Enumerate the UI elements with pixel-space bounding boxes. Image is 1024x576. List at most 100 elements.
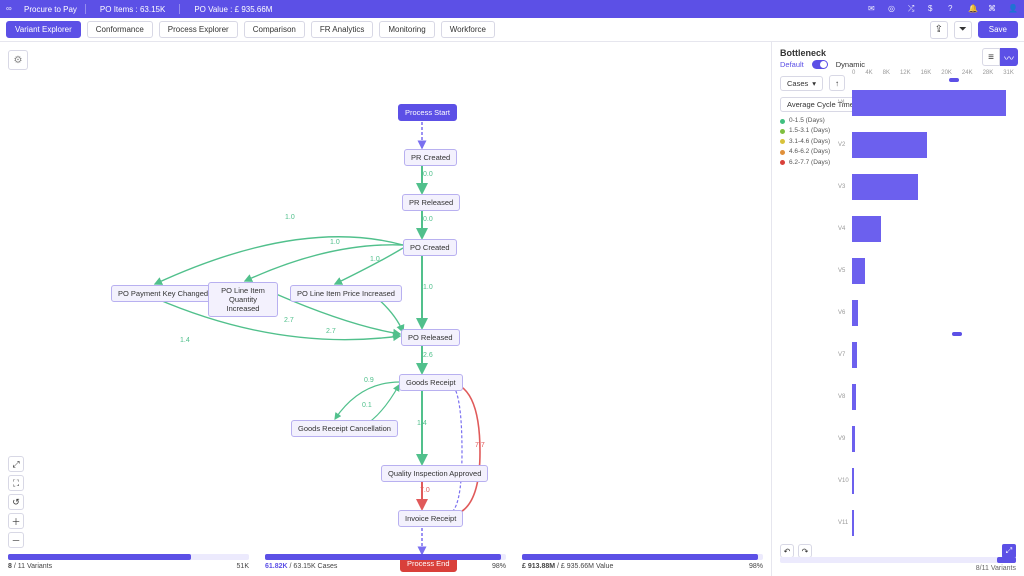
legend-label: 1.5-3.1 (Days): [789, 126, 830, 136]
y-axis-label: V3: [838, 184, 845, 190]
node-goods-receipt-cancellation[interactable]: Goods Receipt Cancellation: [291, 420, 398, 437]
edge-label: 7.0: [420, 487, 430, 494]
cases-dropdown[interactable]: Cases ▾: [780, 76, 823, 91]
variants-cases: 51K: [237, 563, 249, 570]
process-flow-canvas[interactable]: Process Start PR Created PR Released PO …: [0, 42, 771, 576]
chart-bar: [852, 300, 858, 326]
tab-conformance[interactable]: Conformance: [87, 21, 153, 38]
toggle-default-label[interactable]: Default: [780, 60, 804, 69]
share-button[interactable]: ⇪: [930, 21, 948, 39]
node-pr-created[interactable]: PR Created: [404, 149, 457, 166]
node-process-start[interactable]: Process Start: [398, 104, 457, 121]
help-icon[interactable]: ?: [948, 4, 958, 14]
y-axis-label: V9: [838, 436, 845, 442]
redo-icon[interactable]: ↷: [798, 544, 812, 558]
cases-pct: 98%: [492, 563, 506, 570]
mail-icon[interactable]: ✉: [868, 4, 878, 14]
bell-icon[interactable]: 🔔: [968, 4, 978, 14]
tab-process-explorer[interactable]: Process Explorer: [159, 21, 238, 38]
y-axis-label: V10: [838, 478, 849, 484]
chevron-down-icon: ▾: [812, 79, 816, 88]
process-flow-panel: ⚙: [0, 42, 772, 576]
legend-label: 6.2-7.7 (Days): [789, 158, 830, 168]
variants-total: / 11 Variants: [14, 563, 52, 570]
node-po-created[interactable]: PO Created: [403, 239, 457, 256]
edge-label: 0.0: [423, 216, 433, 223]
chart-bar: [852, 426, 855, 452]
chart-bar-row[interactable]: V10: [852, 460, 1014, 502]
panel-title: Bottleneck: [780, 48, 1016, 58]
mode-switch[interactable]: [812, 60, 828, 69]
chart-bar-row[interactable]: V6: [852, 292, 1014, 334]
undo-icon[interactable]: ↶: [780, 544, 794, 558]
sort-up-button[interactable]: ↑: [829, 75, 845, 91]
value-count: £ 913.88M: [522, 563, 555, 570]
chart-bar: [852, 510, 854, 536]
shuffle-icon[interactable]: ⤮: [908, 4, 918, 14]
node-po-line-price-increased[interactable]: PO Line Item Price Increased: [290, 285, 402, 302]
node-goods-receipt[interactable]: Goods Receipt: [399, 374, 463, 391]
node-invoice-receipt[interactable]: Invoice Receipt: [398, 510, 463, 527]
legend-label: 4.6-6.2 (Days): [789, 147, 830, 157]
zoom-out-icon[interactable]: －: [8, 532, 24, 548]
legend-dot: [780, 129, 785, 134]
save-button[interactable]: Save: [978, 21, 1018, 38]
tab-comparison[interactable]: Comparison: [244, 21, 305, 38]
zoom-expand-icon[interactable]: ⛶: [8, 475, 24, 491]
legend-label: 3.1-4.6 (Days): [789, 137, 830, 147]
zoom-controls: ⤢ ⛶ ↺ ＋ －: [8, 456, 24, 548]
edge-label: 1.0: [330, 239, 340, 246]
logo-icon[interactable]: ∞: [6, 4, 16, 14]
zoom-reset-icon[interactable]: ↺: [8, 494, 24, 510]
chart-bar-row[interactable]: V7: [852, 334, 1014, 376]
toggle-dynamic-label[interactable]: Dynamic: [836, 60, 865, 69]
avatar[interactable]: 👤: [1008, 4, 1018, 14]
node-po-line-qty-increased[interactable]: PO Line Item Quantity Increased: [208, 282, 278, 317]
target-icon[interactable]: ◎: [888, 4, 898, 14]
bottom-sliders: 8 / 11 Variants 51K 61.82K / 63.15K Cases…: [8, 554, 763, 570]
node-po-payment-key-changed[interactable]: PO Payment Key Changed: [111, 285, 215, 302]
y-axis-label: V8: [838, 394, 845, 400]
tab-workforce[interactable]: Workforce: [441, 21, 495, 38]
po-items-value: 63.15K: [140, 5, 165, 14]
chart-bar-row[interactable]: V4: [852, 208, 1014, 250]
variant-filter-slider[interactable]: 8/11 Variants: [780, 557, 1016, 572]
chart-bar-row[interactable]: V8: [852, 376, 1014, 418]
edge-label: 0.1: [362, 402, 372, 409]
value-pct: 98%: [749, 563, 763, 570]
breadcrumb-title[interactable]: Procure to Pay: [24, 5, 77, 14]
edge-label: 2.7: [326, 328, 336, 335]
view-list-icon[interactable]: ≡: [982, 48, 1000, 66]
chart-bar-row[interactable]: V2: [852, 124, 1014, 166]
legend-dot: [780, 119, 785, 124]
tab-monitoring[interactable]: Monitoring: [379, 21, 434, 38]
tab-variant-explorer[interactable]: Variant Explorer: [6, 21, 81, 38]
view-chart-icon[interactable]: 〰: [1000, 48, 1018, 66]
chart-bar-row[interactable]: V9: [852, 418, 1014, 460]
variants-slider[interactable]: 8 / 11 Variants 51K: [8, 554, 249, 570]
chart-bar: [852, 132, 927, 158]
filter-button[interactable]: ⏷: [954, 21, 972, 39]
zoom-in-icon[interactable]: ＋: [8, 513, 24, 529]
tab-fr-analytics[interactable]: FR Analytics: [311, 21, 373, 38]
expand-icon[interactable]: ⤢: [1002, 544, 1016, 558]
chart-bar-row[interactable]: V3: [852, 166, 1014, 208]
cases-count: 61.82K: [265, 563, 288, 570]
dollar-icon[interactable]: $: [928, 4, 938, 14]
node-quality-inspection-approved[interactable]: Quality Inspection Approved: [381, 465, 488, 482]
chart-bar-row[interactable]: V1: [852, 82, 1014, 124]
chart-bar-row[interactable]: V5: [852, 250, 1014, 292]
zoom-fit-icon[interactable]: ⤢: [8, 456, 24, 472]
value-slider[interactable]: £ 913.88M / £ 935.66M Value98%: [522, 554, 763, 570]
cases-slider[interactable]: 61.82K / 63.15K Cases98%: [265, 554, 506, 570]
variants-count: 8: [8, 563, 12, 570]
chart-bar-row[interactable]: V11: [852, 502, 1014, 544]
edge-label: 0.0: [423, 171, 433, 178]
node-pr-released[interactable]: PR Released: [402, 194, 460, 211]
chart-bar: [852, 258, 865, 284]
y-axis-label: V5: [838, 268, 845, 274]
node-po-released[interactable]: PO Released: [401, 329, 460, 346]
apps-icon[interactable]: ⌘: [988, 4, 998, 14]
edge-label: 1.4: [180, 337, 190, 344]
chart-bars: V1V2V3V4V5V6V7V8V9V10V11: [852, 82, 1014, 546]
